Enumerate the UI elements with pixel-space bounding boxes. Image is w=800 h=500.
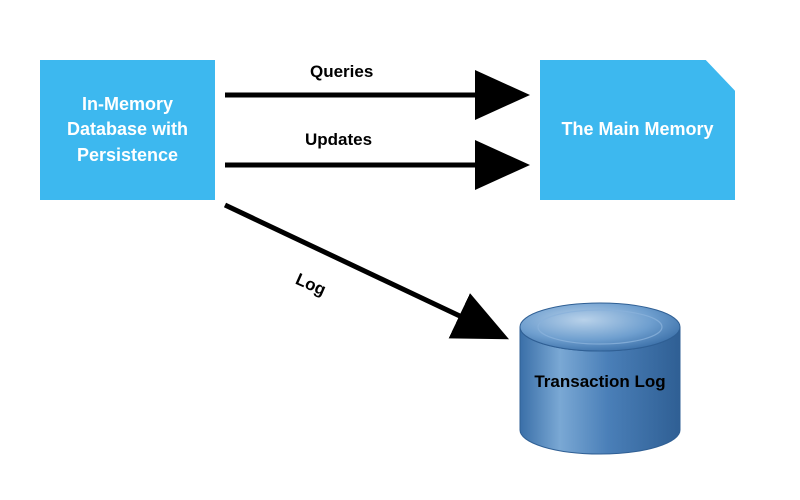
queries-label: Queries: [310, 62, 373, 82]
in-memory-db-box: In-Memory Database with Persistence: [40, 60, 215, 200]
main-memory-box: The Main Memory: [540, 60, 735, 200]
main-memory-label: The Main Memory: [561, 117, 713, 142]
updates-label: Updates: [305, 130, 372, 150]
arrow-log: [225, 205, 500, 335]
log-label: Log: [292, 270, 329, 301]
transaction-log-label: Transaction Log: [525, 370, 675, 394]
in-memory-db-label: In-Memory Database with Persistence: [50, 92, 205, 168]
